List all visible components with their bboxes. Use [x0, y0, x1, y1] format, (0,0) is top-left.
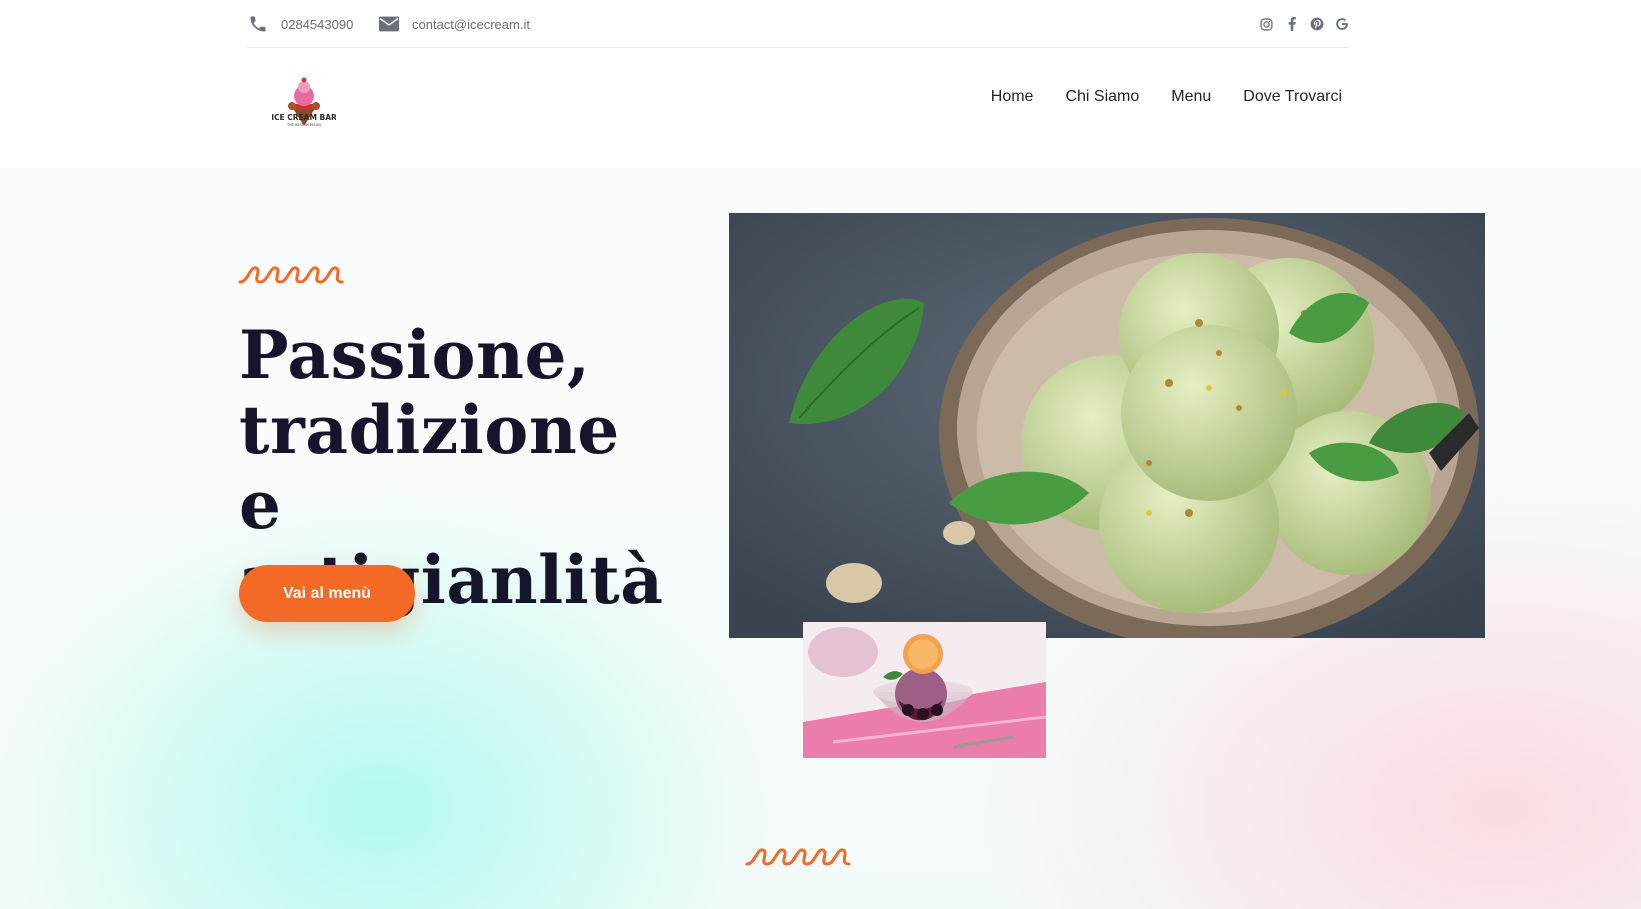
squiggle-decoration [238, 266, 344, 284]
nav-item-home[interactable]: Home [991, 88, 1034, 106]
pistachio-gelato-image [729, 213, 1485, 638]
facebook-icon[interactable] [1284, 17, 1299, 32]
email-address[interactable]: contact@icecream.it [412, 17, 530, 32]
phone-number[interactable]: 0284543090 [281, 17, 353, 32]
sundae-image [803, 622, 1046, 758]
google-icon[interactable] [1334, 17, 1349, 32]
email-contact[interactable]: contact@icecream.it [378, 0, 530, 48]
instagram-icon[interactable] [1259, 17, 1274, 32]
hero-title-line1: Passione, [239, 316, 591, 394]
hero-title-line2: tradizione e [239, 391, 620, 544]
nav-item-chi-siamo[interactable]: Chi Siamo [1065, 88, 1139, 106]
logo-tagline: THE BEST IN MILAN [286, 123, 321, 127]
nav-item-dove-trovarci[interactable]: Dove Trovarci [1243, 88, 1342, 106]
envelope-icon [378, 13, 400, 35]
social-links [1259, 0, 1349, 48]
squiggle-decoration [745, 848, 851, 866]
hero-section: Passione, tradizione e artigianlità Vai … [0, 168, 1641, 909]
phone-contact[interactable]: 0284543090 [247, 0, 353, 48]
menu-cta-button[interactable]: Vai al menù [239, 565, 415, 622]
pinterest-icon[interactable] [1309, 17, 1324, 32]
logo-title: ICE CREAM BAR [272, 113, 336, 122]
main-nav: Home Chi Siamo Menu Dove Trovarci [991, 88, 1342, 106]
topbar: 0284543090 contact@icecream.it [247, 0, 1349, 48]
ice-cream-bar-logo[interactable]: ICE CREAM BAR THE BEST IN MILAN [271, 74, 337, 132]
nav-item-menu[interactable]: Menu [1171, 88, 1211, 106]
phone-icon [247, 13, 269, 35]
site-header: ICE CREAM BAR THE BEST IN MILAN Home Chi… [0, 48, 1641, 168]
